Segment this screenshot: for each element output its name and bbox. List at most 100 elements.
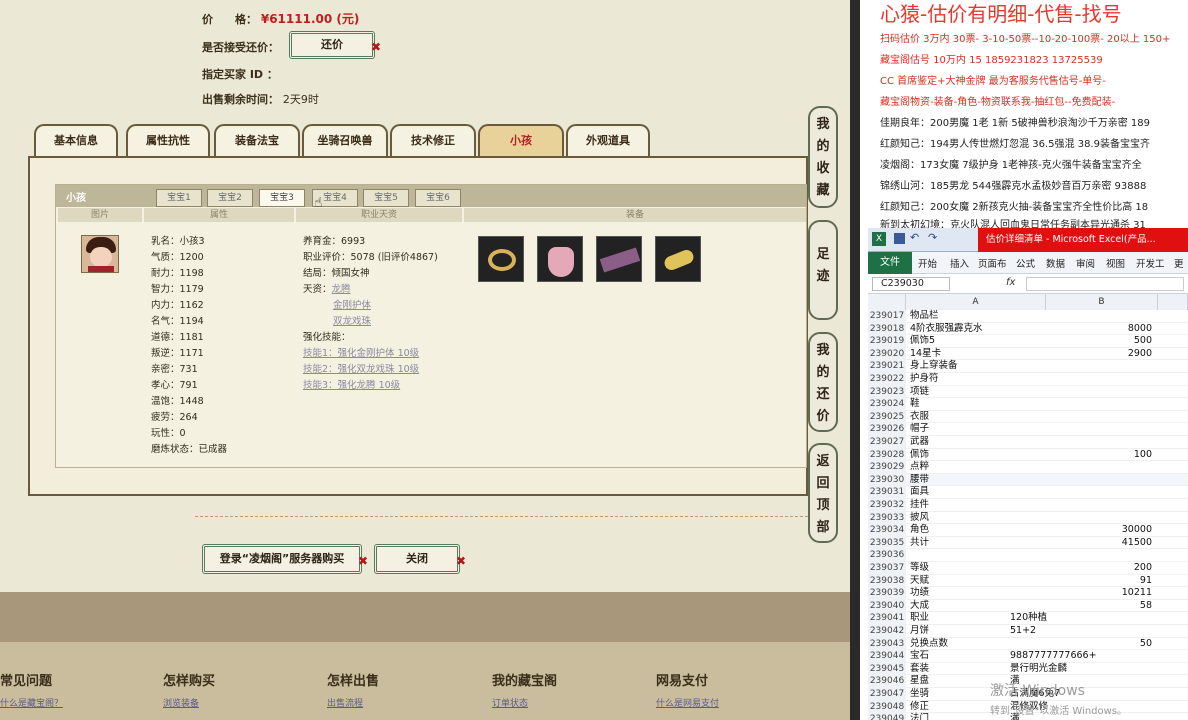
cell-a[interactable]: 佩饰5 <box>910 335 935 348</box>
cell-a[interactable]: 身上穿装备 <box>910 360 958 373</box>
cell-a[interactable]: 共计 <box>910 537 929 550</box>
table-row[interactable]: 239029 点粹 <box>868 461 1188 474</box>
table-row[interactable]: 239032 挂件 <box>868 499 1188 512</box>
row-number[interactable]: 239030 <box>868 473 906 487</box>
row-number[interactable]: 239025 <box>868 410 906 424</box>
cell-a[interactable]: 点粹 <box>910 461 929 474</box>
my-offers-button[interactable]: 我的还价 <box>808 332 838 432</box>
ribbon-tab-data[interactable]: 数据 <box>1046 256 1065 270</box>
cell-a[interactable]: 鞋 <box>910 398 920 411</box>
cell-a[interactable]: 4阶衣服强霹克水 <box>910 323 983 336</box>
row-number[interactable]: 239028 <box>868 448 906 462</box>
row-number[interactable]: 239044 <box>868 650 906 663</box>
table-row[interactable]: 239031 面具 <box>868 486 1188 499</box>
row-number[interactable]: 239022 <box>868 373 906 386</box>
cell-b[interactable]: 41500 <box>1050 537 1152 550</box>
corner-cell[interactable] <box>868 294 906 310</box>
save-icon[interactable] <box>894 233 905 244</box>
back-to-top-button[interactable]: 返回顶部 <box>808 443 838 543</box>
cell-a[interactable]: 14星卡 <box>910 348 941 361</box>
subtab-baby-1[interactable]: 宝宝1 <box>156 189 202 207</box>
row-number[interactable]: 239043 <box>868 637 906 651</box>
row-number[interactable]: 239049 <box>868 713 906 720</box>
offer-button[interactable]: 还价 ✖ <box>289 31 381 59</box>
cell-a[interactable]: 坐骑 <box>910 688 929 701</box>
table-row[interactable]: 239044 宝石 9887777777666+ <box>868 650 1188 663</box>
ribbon-tab-review[interactable]: 审阅 <box>1076 256 1095 270</box>
row-number[interactable]: 239034 <box>868 524 906 537</box>
subtab-baby-5[interactable]: 宝宝5 <box>363 189 409 207</box>
tab-mounts[interactable]: 坐骑召唤兽 <box>302 124 388 156</box>
close-button[interactable]: 关闭 ✖ <box>374 544 466 574</box>
cell-b[interactable]: 2900 <box>1050 348 1152 361</box>
footer-link-what-is-cbg[interactable]: 什么是藏宝阁？ <box>0 696 63 709</box>
cell-b[interactable]: 91 <box>1050 575 1152 588</box>
cell-a[interactable]: 兑换点数 <box>910 638 948 651</box>
table-row[interactable]: 239019 佩饰5 500 <box>868 335 1188 348</box>
footer-link-sell-flow[interactable]: 出售流程 <box>327 696 363 709</box>
cell-a[interactable]: 大成 <box>910 600 929 613</box>
ribbon-tab-insert[interactable]: 插入 <box>950 256 969 270</box>
table-row[interactable]: 239039 功绩 10211 <box>868 587 1188 600</box>
table-row[interactable]: 239033 披风 <box>868 511 1188 525</box>
cell-a[interactable]: 宝石 <box>910 650 929 663</box>
buy-on-server-button[interactable]: 登录“凌烟阁”服务器购买 ✖ <box>202 544 368 574</box>
table-row[interactable]: 239034 角色 30000 <box>868 524 1188 537</box>
table-row[interactable]: 239020 14星卡 2900 <box>868 347 1188 361</box>
row-number[interactable]: 239027 <box>868 436 906 449</box>
talent-link-2[interactable]: 金刚护体 <box>333 300 371 311</box>
row-number[interactable]: 239039 <box>868 587 906 600</box>
row-number[interactable]: 239036 <box>868 549 906 562</box>
table-row[interactable]: 239037 等级 200 <box>868 562 1188 575</box>
cell-b[interactable]: 58 <box>1050 600 1152 613</box>
ribbon-tab-file[interactable]: 文件 <box>868 252 912 274</box>
spreadsheet-grid[interactable]: A B 239017 物品栏 239018 4阶衣服强霹克水 8000 239019 佩饰5… <box>868 294 1188 720</box>
cell-b[interactable]: 200 <box>1050 562 1152 575</box>
table-row[interactable]: 239041 职业 120种植 <box>868 612 1188 625</box>
cell-a[interactable]: 修正 <box>910 701 929 714</box>
cell-a[interactable]: 天赋 <box>910 575 929 588</box>
cell-a[interactable]: 衣服 <box>910 411 929 424</box>
row-number[interactable]: 239048 <box>868 700 906 714</box>
cell-a[interactable]: 职业 <box>910 612 929 625</box>
table-row[interactable]: 239018 4阶衣服强霹克水 8000 <box>868 322 1188 336</box>
tab-basic-info[interactable]: 基本信息 <box>34 124 118 156</box>
ribbon-tab-formulas[interactable]: 公式 <box>1016 256 1035 270</box>
row-number[interactable]: 239024 <box>868 398 906 411</box>
table-row[interactable]: 239024 鞋 <box>868 398 1188 411</box>
talent-link-1[interactable]: 龙腾 <box>332 284 351 295</box>
table-row[interactable]: 239036 <box>868 549 1188 562</box>
row-number[interactable]: 239019 <box>868 335 906 348</box>
table-row[interactable]: 239017 物品栏 <box>868 310 1188 323</box>
tab-attributes[interactable]: 属性抗性 <box>126 124 210 156</box>
row-number[interactable]: 239035 <box>868 536 906 550</box>
row-number[interactable]: 239041 <box>868 612 906 625</box>
row-number[interactable]: 239047 <box>868 688 906 701</box>
cell-b[interactable]: 120种植 <box>1010 612 1047 625</box>
cell-a[interactable]: 等级 <box>910 562 929 575</box>
table-row[interactable]: 239040 大成 58 <box>868 599 1188 613</box>
ring-equipment-icon[interactable] <box>478 236 524 282</box>
shoes-equipment-icon[interactable] <box>655 236 701 282</box>
cell-b[interactable]: 51+2 <box>1010 625 1036 638</box>
table-row[interactable]: 239025 衣服 <box>868 410 1188 424</box>
row-number[interactable]: 239042 <box>868 625 906 638</box>
cell-b[interactable]: 500 <box>1050 335 1152 348</box>
table-row[interactable]: 239035 共计 41500 <box>868 536 1188 550</box>
row-number[interactable]: 239045 <box>868 662 906 676</box>
tab-equipment[interactable]: 装备法宝 <box>214 124 300 156</box>
row-number[interactable]: 239018 <box>868 322 906 336</box>
cell-a[interactable]: 月饼 <box>910 625 929 638</box>
cell-a[interactable]: 功绩 <box>910 587 929 600</box>
cell-a[interactable]: 腰带 <box>910 474 929 487</box>
table-row[interactable]: 239030 腰带 <box>868 473 1188 487</box>
row-number[interactable]: 239023 <box>868 385 906 399</box>
cell-b[interactable]: 100 <box>1050 449 1152 462</box>
row-number[interactable]: 239040 <box>868 599 906 613</box>
cell-a[interactable]: 星盘 <box>910 675 929 688</box>
cell-a[interactable]: 佩饰 <box>910 449 929 462</box>
redo-icon[interactable]: ↷ <box>928 231 937 244</box>
row-number[interactable]: 239031 <box>868 486 906 499</box>
cell-b[interactable]: 景行明光金麟 <box>1010 663 1067 676</box>
scroll-equipment-icon[interactable] <box>596 236 642 282</box>
